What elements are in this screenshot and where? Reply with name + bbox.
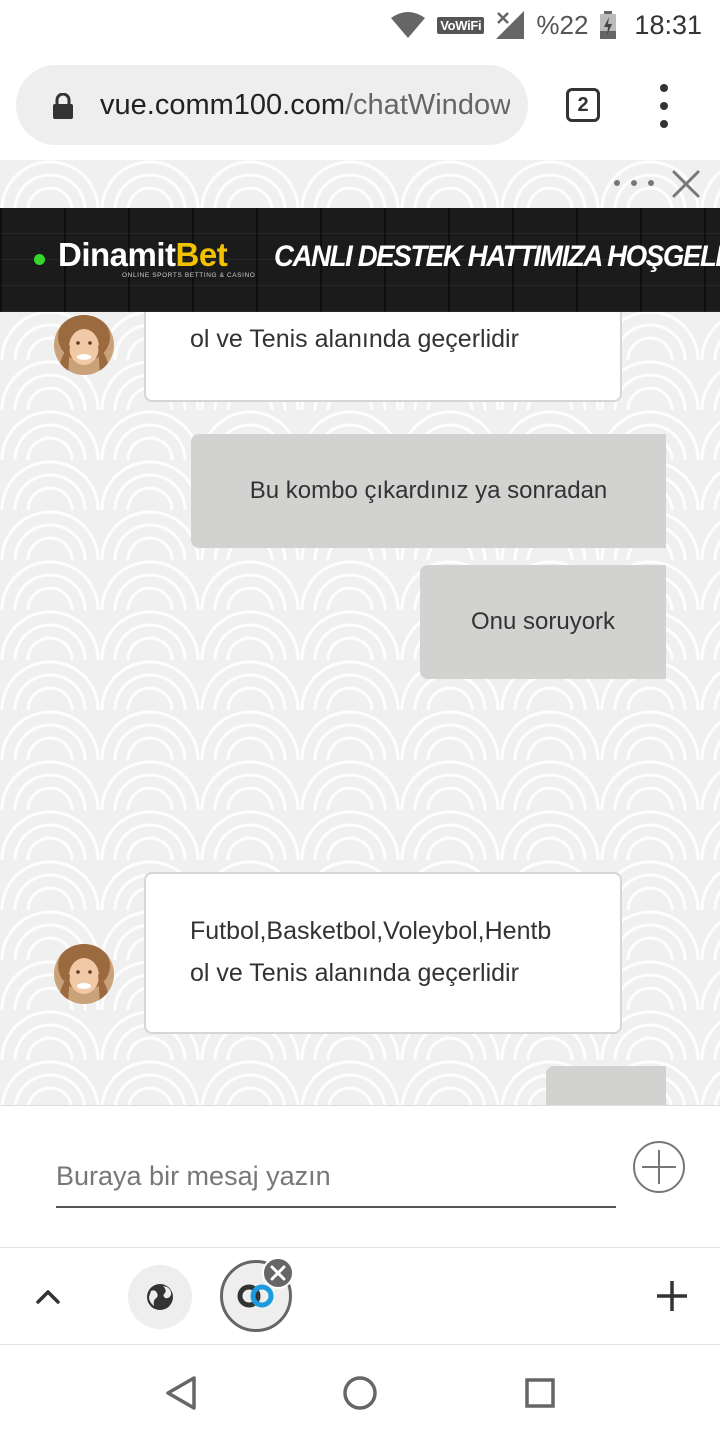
url-host: vue.comm100.com	[100, 89, 345, 121]
chat-banner: DinamitBet ONLINE SPORTS BETTING & CASIN…	[0, 208, 720, 312]
message-list[interactable]: ol ve Tenis alanında geçerlidir Bu kombo…	[0, 312, 720, 1105]
status-icons: VoWiFi %22 18:31	[391, 8, 702, 42]
agent-avatar	[54, 315, 114, 375]
vowifi-badge: VoWiFi	[437, 16, 485, 34]
home-circle-icon[interactable]	[342, 1375, 378, 1411]
brand-tagline: ONLINE SPORTS BETTING & CASINO	[122, 272, 256, 279]
close-icon[interactable]	[262, 1257, 294, 1289]
globe-button[interactable]	[128, 1265, 192, 1329]
agent-avatar	[54, 944, 114, 1004]
recent-square-icon[interactable]	[524, 1377, 556, 1409]
user-message-bubble: Bu kombo çıkardınız ya sonradan	[191, 434, 666, 548]
browser-toolbar: vue.comm100.com/chatWindow 2	[0, 50, 720, 160]
browser-bottom-toolbar	[0, 1247, 720, 1345]
more-horizontal-icon	[614, 180, 620, 186]
url-path: /chatWindow	[345, 89, 510, 121]
menu-dot	[660, 102, 668, 110]
back-triangle-icon[interactable]	[164, 1375, 198, 1411]
brand-name-first: Dinamit	[58, 236, 176, 273]
system-navigation-bar	[0, 1345, 720, 1440]
user-message-text: Bu kombo çıkardınız ya sonradan	[249, 477, 608, 504]
brand-logo: DinamitBet ONLINE SPORTS BETTING & CASIN…	[58, 236, 255, 286]
clock: 18:31	[634, 9, 702, 40]
more-horizontal-icon	[648, 180, 654, 186]
message-composer	[0, 1105, 720, 1247]
online-status-dot	[34, 254, 45, 265]
agent-avatar-image	[54, 944, 114, 1004]
message-input[interactable]	[56, 1146, 616, 1208]
user-message-bubble: Onu soruyork	[420, 565, 666, 679]
chat-window: DinamitBet ONLINE SPORTS BETTING & CASIN…	[0, 160, 720, 1247]
chat-window-controls	[0, 160, 720, 208]
plus-icon[interactable]	[654, 1278, 690, 1314]
agent-message-text: ol ve Tenis alanında geçerlidir	[190, 325, 519, 353]
battery-charging-icon	[600, 11, 617, 39]
chevron-up-icon[interactable]	[32, 1280, 64, 1312]
lock-icon	[53, 93, 73, 119]
agent-message-text-line: Futbol,Basketbol,Voleybol,Hentb	[190, 917, 552, 945]
browser-menu-button[interactable]	[650, 84, 678, 128]
battery-percent: %22	[536, 9, 589, 40]
agent-message-text-line: ol ve Tenis alanında geçerlidir	[190, 959, 519, 987]
agent-message-bubble: Futbol,Basketbol,Voleybol,Hentb ol ve Te…	[144, 872, 622, 1034]
brand-name-second: Bet	[175, 236, 228, 273]
more-options-button[interactable]	[614, 176, 654, 190]
globe-icon	[147, 1284, 173, 1310]
address-bar[interactable]: vue.comm100.com/chatWindow	[16, 65, 528, 145]
wifi-icon	[391, 12, 426, 38]
user-message-bubble: Ok	[546, 1066, 666, 1105]
brand-name: DinamitBet	[58, 236, 255, 274]
plus-circle-icon[interactable]	[632, 1140, 686, 1194]
close-icon[interactable]	[670, 168, 702, 200]
more-horizontal-icon	[631, 180, 637, 186]
url-text[interactable]: vue.comm100.com/chatWindow	[100, 83, 510, 127]
user-message-text: Onu soruyork	[470, 608, 616, 635]
agent-avatar-image	[54, 315, 114, 375]
agent-message-bubble: ol ve Tenis alanında geçerlidir	[144, 312, 622, 402]
status-bar: VoWiFi %22 18:31	[0, 0, 720, 50]
menu-dot	[660, 120, 668, 128]
banner-title: CANLI DESTEK HATTIMIZA HOŞGELDİNİZ	[274, 240, 720, 273]
tab-switcher-button[interactable]: 2	[566, 88, 600, 122]
signal-icon	[496, 11, 525, 39]
menu-dot	[660, 84, 668, 92]
